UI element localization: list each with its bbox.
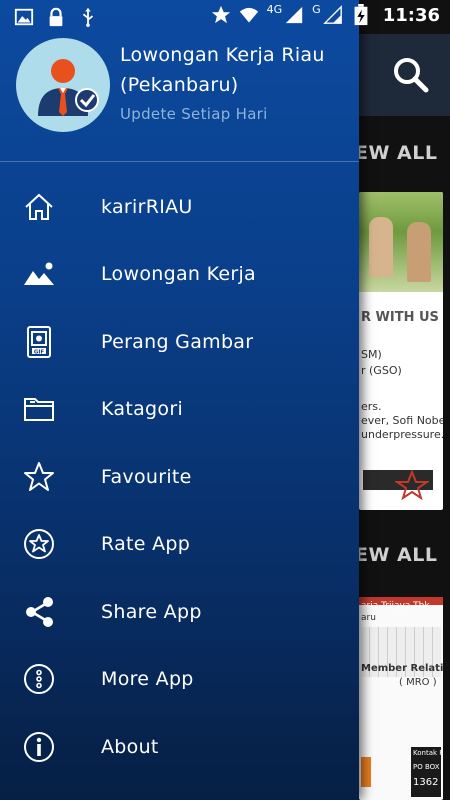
- thumb-text: Member Relation Officer: [361, 663, 443, 674]
- info-icon: [22, 730, 56, 764]
- menu-item-katagori[interactable]: Katagori: [0, 376, 359, 444]
- thumb-text: PO BOX: [413, 763, 440, 771]
- menu-item-label: Rate App: [101, 533, 191, 556]
- menu-item-label: More App: [101, 668, 194, 691]
- menu-item-more-app[interactable]: More App: [0, 646, 359, 714]
- star-icon: [22, 460, 56, 494]
- menu-item-label: Share App: [101, 600, 202, 623]
- signal-icon: [285, 6, 303, 24]
- image-icon: [22, 257, 56, 291]
- thumb-logo: [361, 757, 371, 787]
- menu-item-label: About: [101, 735, 159, 758]
- menu-item-lowongan-kerja[interactable]: Lowongan Kerja: [0, 241, 359, 309]
- clock: 11:36: [382, 4, 440, 26]
- folder-icon: [22, 392, 56, 426]
- app-logo-avatar: [16, 38, 110, 132]
- thumb-text: aria Trijaya Tbk: [361, 601, 430, 611]
- thumb-text: underpressure.: [361, 428, 443, 441]
- usb-icon: [82, 7, 94, 27]
- search-icon[interactable]: [388, 52, 432, 96]
- thumb-text: 1362: [413, 777, 439, 788]
- thumb-text: Kontak Pos: [413, 749, 443, 757]
- job-post-thumbnail[interactable]: aria Trijaya Tbk aru Member Relation Off…: [359, 597, 443, 800]
- favourite-star-icon[interactable]: [395, 470, 429, 500]
- drawer-menu: karirRIAU Lowongan Kerja GIF Perang Gamb…: [0, 173, 359, 781]
- network-type-label: 4G: [266, 2, 283, 16]
- thumb-text: ( MRO ): [399, 677, 437, 688]
- menu-item-label: Perang Gambar: [101, 330, 254, 353]
- gif-file-icon: GIF: [22, 325, 56, 359]
- thumb-text: R WITH US: [361, 310, 439, 325]
- view-all-link[interactable]: EW ALL: [355, 142, 450, 182]
- gallery-notification-icon: [14, 8, 34, 26]
- menu-item-label: Lowongan Kerja: [101, 263, 257, 286]
- battery-charging-icon: [354, 4, 368, 26]
- more-vertical-icon: [22, 662, 56, 696]
- drawer-header: Lowongan Kerja Riau (Pekanbaru) Updete S…: [0, 34, 359, 162]
- menu-item-rate-app[interactable]: Rate App: [0, 511, 359, 579]
- app-subtitle: Updete Setiap Hari: [120, 105, 268, 123]
- signal-icon: [322, 5, 342, 24]
- lock-icon: [49, 7, 63, 27]
- menu-item-share-app[interactable]: Share App: [0, 578, 359, 646]
- navigation-drawer: Lowongan Kerja Riau (Pekanbaru) Updete S…: [0, 0, 359, 800]
- star-circle-icon: [22, 527, 56, 561]
- network-type-label: G: [312, 2, 321, 16]
- menu-item-favourite[interactable]: Favourite: [0, 443, 359, 511]
- svg-text:GIF: GIF: [34, 349, 45, 355]
- thumb-text: ever, Sofi Nobels.: [361, 414, 443, 427]
- menu-item-karirriau[interactable]: karirRIAU: [0, 173, 359, 241]
- thumb-text: SM): [361, 348, 382, 361]
- home-icon: [22, 190, 56, 224]
- menu-item-label: Favourite: [101, 465, 192, 488]
- menu-item-perang-gambar[interactable]: GIF Perang Gambar: [0, 308, 359, 376]
- status-bar: 4G G 11:36: [0, 0, 450, 34]
- view-all-link[interactable]: EW ALL: [355, 544, 450, 584]
- wifi-icon: [239, 7, 258, 23]
- thumb-text: ers.: [361, 400, 382, 413]
- thumb-contact-box: Kontak Pos PO BOX 1362: [411, 747, 443, 797]
- divider: [0, 161, 359, 162]
- thumb-text: r (GSO): [361, 364, 402, 377]
- menu-item-about[interactable]: About: [0, 713, 359, 781]
- star-notification-icon: [211, 5, 230, 24]
- share-icon: [22, 595, 56, 629]
- person-figure: [407, 222, 431, 282]
- job-post-thumbnail[interactable]: R WITH US SM) r (GSO) ers. ever, Sofi No…: [359, 192, 443, 510]
- person-figure: [369, 217, 393, 277]
- app-title: Lowongan Kerja Riau (Pekanbaru): [120, 44, 325, 96]
- thumb-text: aru: [361, 613, 376, 623]
- menu-item-label: Katagori: [101, 398, 184, 421]
- menu-item-label: karirRIAU: [101, 195, 193, 218]
